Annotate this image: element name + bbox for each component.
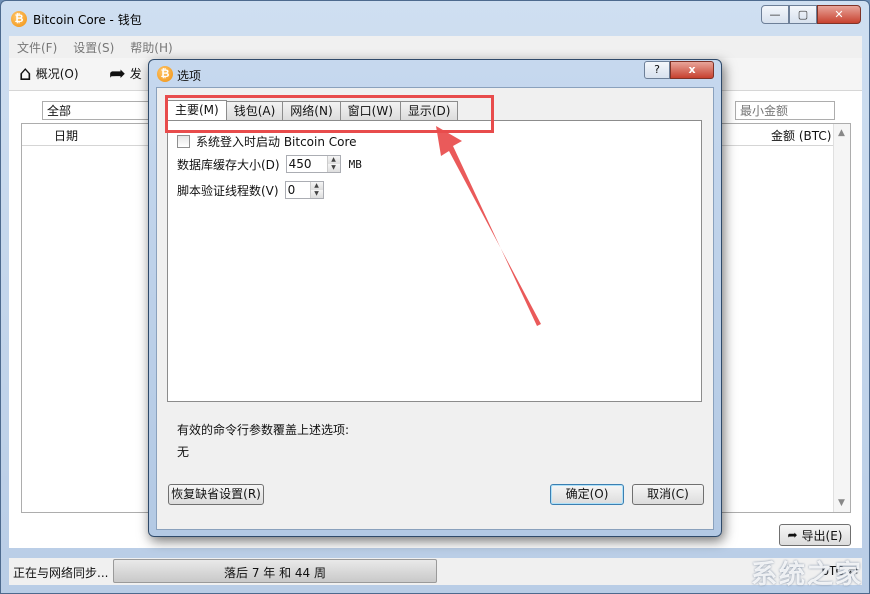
script-threads-arrows[interactable]: ▲ ▼ — [309, 182, 323, 198]
overview-button[interactable]: ⌂ 概况(O) — [19, 61, 79, 85]
dialog-close-button[interactable]: x — [670, 61, 714, 79]
start-on-login-checkbox[interactable] — [177, 135, 190, 148]
start-on-login-label: 系统登入时启动 Bitcoin Core — [196, 135, 357, 149]
start-on-login-row: 系统登入时启动 Bitcoin Core — [177, 133, 357, 150]
scroll-up-icon[interactable]: ▲ — [838, 128, 845, 138]
dialog-controls: ? x — [644, 61, 714, 79]
script-threads-label: 脚本验证线程数(V) — [177, 183, 279, 198]
column-date[interactable]: 日期 — [54, 127, 78, 144]
window-controls: — ▢ ✕ — [761, 5, 861, 24]
spin-down-icon[interactable]: ▼ — [310, 190, 323, 198]
main-titlebar[interactable]: ₿ Bitcoin Core - 钱包 — ▢ ✕ — [1, 1, 869, 35]
script-threads-spinbox[interactable]: ▲ ▼ — [284, 181, 324, 199]
export-icon: ➦ — [787, 528, 798, 542]
script-threads-input[interactable] — [285, 182, 310, 198]
overview-label: 概况(O) — [35, 66, 79, 81]
db-cache-row: 数据库缓存大小(D) ▲ ▼ MB — [177, 155, 362, 173]
sync-status-text: 正在与网络同步... — [13, 566, 109, 580]
db-cache-label: 数据库缓存大小(D) — [177, 157, 280, 172]
table-scrollbar[interactable]: ▲ ▼ — [833, 124, 850, 512]
dialog-title: 选项 — [177, 69, 202, 83]
scroll-down-icon[interactable]: ▼ — [838, 498, 845, 508]
menu-bar: 文件(F) 设置(S) 帮助(H) — [9, 36, 862, 58]
minimize-button[interactable]: — — [761, 5, 789, 24]
close-button[interactable]: ✕ — [817, 5, 861, 24]
export-button[interactable]: ➦ 导出(E) — [779, 524, 851, 546]
watermark-logo: 系统之家 — [750, 560, 863, 590]
maximize-button[interactable]: ▢ — [789, 5, 817, 24]
db-cache-spinbox[interactable]: ▲ ▼ — [285, 155, 341, 173]
db-cache-arrows[interactable]: ▲ ▼ — [326, 156, 340, 172]
main-window-title: Bitcoin Core - 钱包 — [33, 13, 142, 27]
annotation-highlight-box — [165, 95, 494, 133]
bitcoin-icon: ₿ — [11, 11, 27, 27]
send-arrow-icon: ➦ — [109, 61, 126, 85]
send-button[interactable]: ➦ 发 — [109, 61, 142, 85]
send-label: 发 — [129, 66, 142, 81]
script-threads-row: 脚本验证线程数(V) ▲ ▼ — [177, 181, 324, 199]
menu-help[interactable]: 帮助(H) — [122, 39, 180, 56]
export-label: 导出(E) — [801, 528, 843, 543]
type-filter-select[interactable] — [42, 101, 162, 120]
min-amount-input[interactable] — [735, 101, 835, 120]
cmdline-note: 有效的命令行参数覆盖上述选项: — [177, 423, 350, 437]
menu-file[interactable]: 文件(F) — [9, 39, 65, 56]
spin-up-icon[interactable]: ▲ — [327, 156, 340, 164]
column-amount[interactable]: 金额 (BTC) — [771, 127, 831, 144]
cmdline-value: 无 — [177, 445, 190, 459]
cancel-button[interactable]: 取消(C) — [632, 484, 704, 505]
db-cache-unit: MB — [348, 157, 362, 171]
home-icon: ⌂ — [19, 61, 32, 85]
menu-settings[interactable]: 设置(S) — [65, 39, 122, 56]
dialog-body: 主要(M) 钱包(A) 网络(N) 窗口(W) 显示(D) 系统登入时启动 Bi… — [156, 87, 714, 530]
bitcoin-icon: ₿ — [157, 66, 173, 82]
progress-text: 落后 7 年 和 44 周 — [224, 566, 326, 580]
tab-panel-main: 系统登入时启动 Bitcoin Core 数据库缓存大小(D) ▲ ▼ MB 脚… — [167, 120, 702, 402]
spin-up-icon[interactable]: ▲ — [310, 182, 323, 190]
sync-progress-bar: 落后 7 年 和 44 周 — [113, 559, 437, 583]
db-cache-input[interactable] — [286, 156, 327, 172]
spin-down-icon[interactable]: ▼ — [327, 164, 340, 172]
ok-button[interactable]: 确定(O) — [550, 484, 624, 505]
status-bar: 正在与网络同步... 落后 7 年 和 44 周 bTC ⇄ — [9, 558, 862, 585]
reset-button[interactable]: 恢复缺省设置(R) — [168, 484, 264, 505]
help-button[interactable]: ? — [644, 61, 670, 79]
